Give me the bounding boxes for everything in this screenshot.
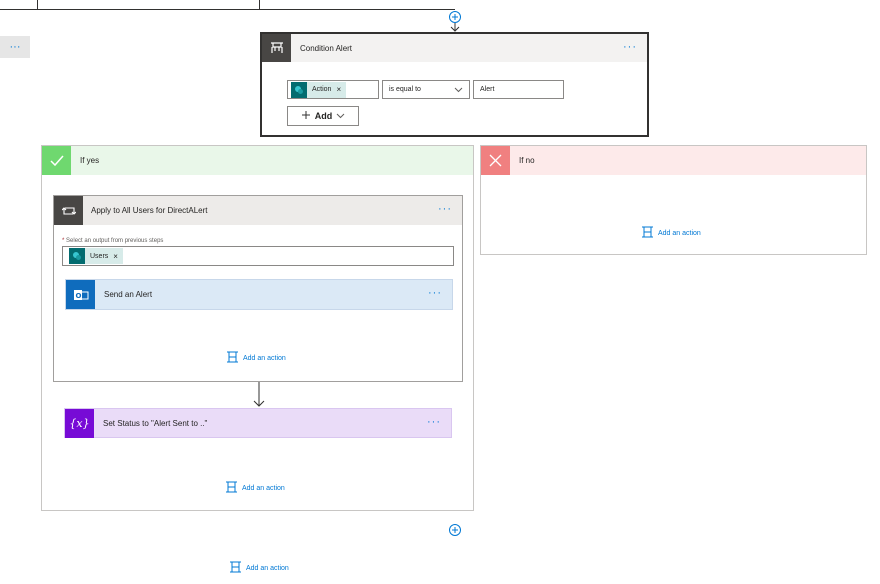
condition-more-button[interactable]: ···: [623, 42, 637, 53]
if-yes-title: If yes: [80, 156, 100, 165]
if-yes-add-action-link[interactable]: Add an action: [225, 481, 285, 495]
apply-to-each-card: Apply to All Users for DirectALert ··· *…: [53, 195, 463, 382]
action-token: Action ×: [291, 81, 347, 98]
condition-alert-card: Condition Alert ··· Action × is equal to…: [260, 32, 649, 137]
variable-icon: {x}: [65, 409, 94, 438]
left-step-more-button[interactable]: ···: [0, 36, 30, 58]
if-yes-add-action-label: Add an action: [242, 484, 285, 492]
action-token-remove-icon[interactable]: ×: [336, 85, 341, 94]
insert-step-icon[interactable]: [448, 10, 462, 34]
add-action-icon: [641, 226, 654, 240]
sharepoint-icon: [291, 81, 307, 98]
bottom-add-action-link[interactable]: Add an action: [229, 561, 289, 575]
top-connector-left: [37, 0, 38, 10]
svg-text:O: O: [75, 292, 81, 300]
if-no-branch: If no Add an action: [480, 145, 867, 255]
apply-output-input[interactable]: Users ×: [62, 246, 454, 266]
condition-title: Condition Alert: [300, 43, 353, 53]
send-alert-card[interactable]: O Send an Alert ···: [65, 279, 453, 310]
condition-value: Alert: [480, 86, 495, 93]
flow-arrow-icon: [253, 382, 265, 410]
set-status-more-button[interactable]: ···: [427, 417, 441, 428]
apply-field-label-text: Select an output from previous steps: [66, 238, 164, 244]
check-icon: [42, 146, 71, 175]
users-token-remove-icon[interactable]: ×: [113, 252, 118, 261]
top-connector-h: [0, 9, 260, 10]
if-no-title: If no: [519, 156, 535, 165]
apply-header[interactable]: Apply to All Users for DirectALert ···: [54, 196, 462, 225]
outlook-icon: O: [66, 280, 95, 309]
required-mark: *: [62, 238, 65, 244]
top-connector-h2: [260, 9, 455, 10]
send-alert-header: O Send an Alert ···: [66, 280, 452, 309]
insert-step-icon[interactable]: [448, 523, 462, 539]
add-action-icon: [225, 481, 238, 495]
loop-icon: [54, 196, 83, 225]
condition-icon: [262, 34, 291, 62]
close-icon: [481, 146, 510, 175]
users-token-label: Users: [90, 252, 109, 260]
users-token: Users ×: [69, 248, 123, 264]
condition-add-button[interactable]: Add: [287, 106, 359, 126]
set-status-title: Set Status to "Alert Sent to ..": [103, 419, 208, 428]
set-status-header: {x} Set Status to "Alert Sent to .." ···: [65, 409, 451, 438]
operator-value: is equal to: [389, 86, 421, 93]
apply-title: Apply to All Users for DirectALert: [91, 206, 208, 215]
condition-header[interactable]: Condition Alert ···: [262, 34, 647, 62]
apply-add-action-label: Add an action: [243, 354, 286, 362]
if-no-add-action-link[interactable]: Add an action: [641, 226, 701, 240]
condition-value-input[interactable]: Alert: [473, 80, 564, 99]
if-yes-header: If yes: [42, 146, 473, 175]
add-action-icon: [226, 351, 239, 365]
apply-add-action-link[interactable]: Add an action: [226, 351, 286, 365]
chevron-down-icon: [454, 85, 463, 96]
condition-left-operand[interactable]: Action ×: [287, 80, 379, 99]
apply-field-label: * Select an output from previous steps: [62, 238, 163, 244]
chevron-down-icon: [336, 111, 345, 122]
add-action-icon: [229, 561, 242, 575]
send-alert-more-button[interactable]: ···: [428, 288, 442, 299]
apply-more-button[interactable]: ···: [438, 204, 452, 215]
if-no-header: If no: [481, 146, 866, 175]
send-alert-title: Send an Alert: [104, 290, 153, 299]
sharepoint-icon: [69, 248, 85, 264]
bottom-add-action-label: Add an action: [246, 564, 289, 572]
add-label: Add: [314, 111, 333, 121]
plus-icon: [301, 110, 311, 122]
action-token-label: Action: [312, 86, 332, 93]
condition-operator-select[interactable]: is equal to: [382, 80, 470, 99]
if-no-add-action-label: Add an action: [658, 229, 701, 237]
set-status-card[interactable]: {x} Set Status to "Alert Sent to .." ···: [64, 408, 452, 438]
